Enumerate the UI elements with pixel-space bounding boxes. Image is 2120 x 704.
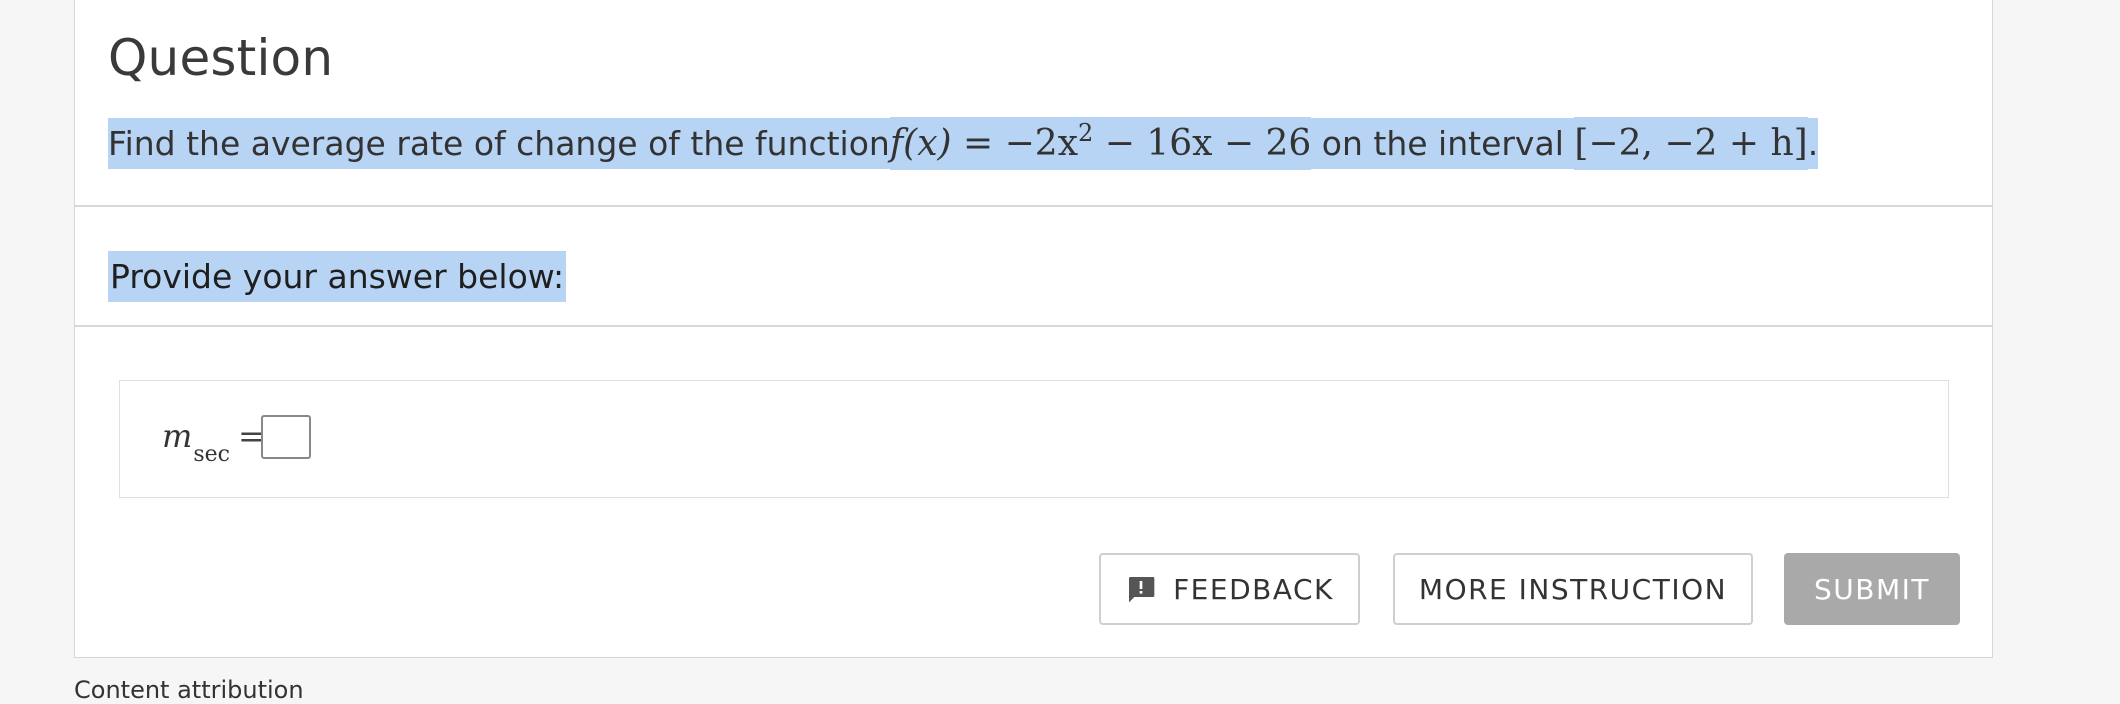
feedback-label: FEEDBACK [1173, 572, 1334, 606]
question-suffix: . [1807, 118, 1819, 169]
feedback-button[interactable]: FEEDBACK [1099, 553, 1360, 625]
submit-button[interactable]: SUBMIT [1784, 553, 1960, 625]
answer-box: msec = [119, 380, 1949, 498]
function-rhs-part1: −2x [1004, 123, 1078, 164]
feedback-icon [1129, 577, 1155, 603]
question-middle: on the interval [1311, 118, 1575, 169]
question-heading: Question [108, 29, 334, 87]
answer-variable: m [162, 417, 193, 455]
more-instruction-label: MORE INSTRUCTION [1418, 572, 1728, 606]
question-card: Question Find the average rate of change… [74, 0, 1993, 658]
answer-subscript: sec [193, 442, 230, 467]
function-expression: f(x) = −2x2 − 16x − 26 [889, 117, 1312, 170]
question-prefix: Find the average rate of change of the f… [108, 118, 890, 169]
content-attribution-link[interactable]: Content attribution [74, 676, 304, 704]
interval-expression: [−2, −2 + h] [1574, 117, 1808, 170]
answer-label: msec = [162, 417, 265, 467]
prompt-section: Provide your answer below: [75, 207, 1992, 327]
function-lhs: f(x) = [889, 123, 1005, 164]
function-exponent: 2 [1078, 119, 1094, 147]
question-text: Find the average rate of change of the f… [108, 117, 1819, 170]
question-section: Question Find the average rate of change… [75, 0, 1992, 207]
function-rhs-part2: − 16x − 26 [1093, 123, 1312, 164]
submit-label: SUBMIT [1814, 572, 1930, 606]
answer-input[interactable] [261, 415, 311, 459]
answer-prompt: Provide your answer below: [108, 251, 567, 302]
more-instruction-button[interactable]: MORE INSTRUCTION [1393, 553, 1753, 625]
